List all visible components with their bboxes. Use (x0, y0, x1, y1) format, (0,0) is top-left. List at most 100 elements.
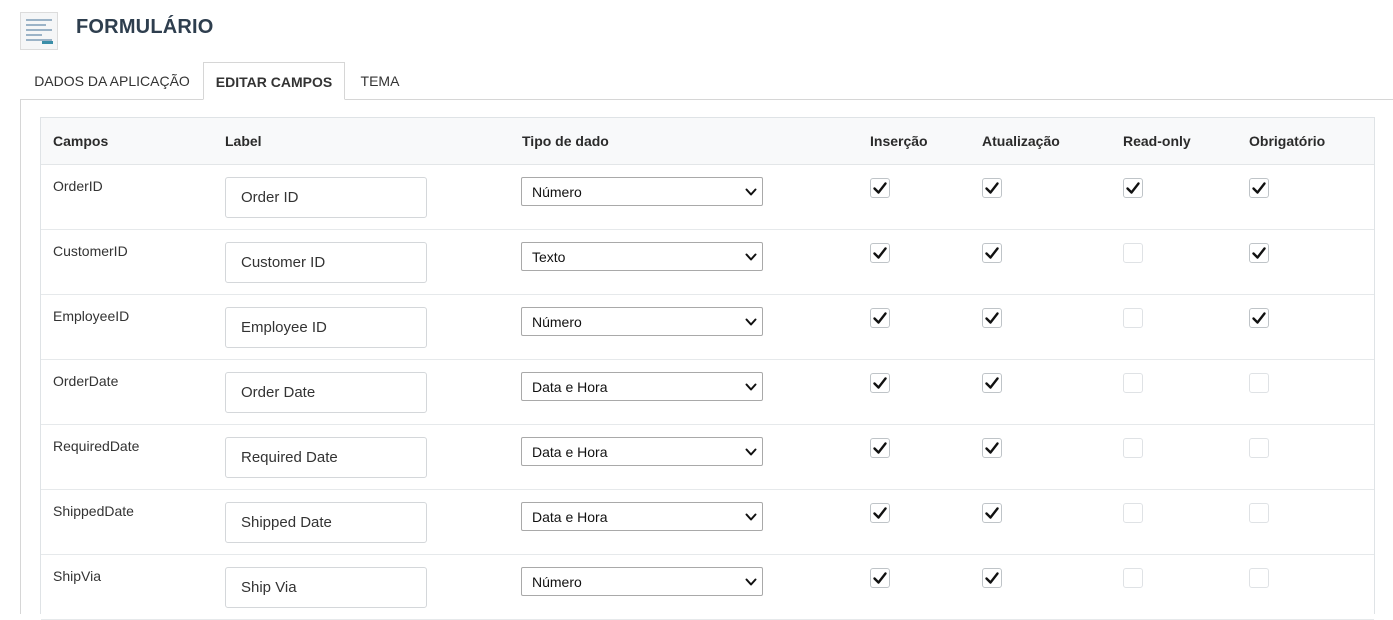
obrigatorio-checkbox[interactable] (1249, 503, 1269, 523)
readonly-checkbox[interactable] (1123, 568, 1143, 588)
checkmark-icon (1252, 182, 1266, 194)
tab-tema[interactable]: TEMA (345, 62, 415, 100)
tab-dados-da-aplicacao[interactable]: DADOS DA APLICAÇÃO (20, 62, 204, 100)
atualizacao-checkbox[interactable] (982, 373, 1002, 393)
checkmark-icon (873, 507, 887, 519)
table-header: Campos Label Tipo de dado Inserção Atual… (41, 118, 1374, 165)
obrigatorio-checkbox[interactable] (1249, 568, 1269, 588)
insercao-checkbox[interactable] (870, 243, 890, 263)
field-name: OrderDate (53, 373, 119, 389)
checkmark-icon (873, 377, 887, 389)
obrigatorio-checkbox[interactable] (1249, 438, 1269, 458)
data-type-value: Data e Hora (532, 379, 608, 395)
checkmark-icon (985, 572, 999, 584)
checkmark-icon (985, 312, 999, 324)
checkmark-icon (985, 507, 999, 519)
checkmark-icon (985, 377, 999, 389)
fields-table: Campos Label Tipo de dado Inserção Atual… (40, 117, 1375, 620)
data-type-value: Data e Hora (532, 444, 608, 460)
label-input[interactable] (225, 567, 427, 608)
table-row: ShipVia Número (41, 555, 1374, 620)
tab-editar-campos[interactable]: EDITAR CAMPOS (203, 62, 345, 100)
label-input[interactable] (225, 177, 427, 218)
obrigatorio-checkbox[interactable] (1249, 373, 1269, 393)
app-header: FORMULÁRIO (0, 0, 1393, 62)
chevron-down-icon (745, 188, 757, 196)
field-name: EmployeeID (53, 308, 130, 324)
insercao-checkbox[interactable] (870, 373, 890, 393)
table-row: OrderDate Data e Hora (41, 360, 1374, 425)
atualizacao-checkbox[interactable] (982, 308, 1002, 328)
atualizacao-checkbox[interactable] (982, 568, 1002, 588)
label-input[interactable] (225, 242, 427, 283)
tab-panel: Campos Label Tipo de dado Inserção Atual… (20, 99, 1393, 620)
checkmark-icon (873, 182, 887, 194)
data-type-value: Texto (532, 249, 566, 265)
chevron-down-icon (745, 448, 757, 456)
tab-bar: DADOS DA APLICAÇÃO EDITAR CAMPOS TEMA (20, 62, 1393, 100)
label-input[interactable] (225, 502, 427, 543)
data-type-value: Número (532, 184, 582, 200)
insercao-checkbox[interactable] (870, 568, 890, 588)
readonly-checkbox[interactable] (1123, 503, 1143, 523)
readonly-checkbox[interactable] (1123, 178, 1143, 198)
header-label: Label (225, 133, 262, 149)
label-input[interactable] (225, 307, 427, 348)
data-type-select[interactable]: Número (521, 177, 763, 206)
atualizacao-checkbox[interactable] (982, 503, 1002, 523)
table-row: ShippedDate Data e Hora (41, 490, 1374, 555)
chevron-down-icon (745, 383, 757, 391)
data-type-select[interactable]: Texto (521, 242, 763, 271)
readonly-checkbox[interactable] (1123, 438, 1143, 458)
readonly-checkbox[interactable] (1123, 243, 1143, 263)
readonly-checkbox[interactable] (1123, 308, 1143, 328)
data-type-value: Data e Hora (532, 509, 608, 525)
checkmark-icon (873, 442, 887, 454)
data-type-select[interactable]: Data e Hora (521, 502, 763, 531)
obrigatorio-checkbox[interactable] (1249, 243, 1269, 263)
atualizacao-checkbox[interactable] (982, 438, 1002, 458)
table-row: EmployeeID Número (41, 295, 1374, 360)
form-icon (20, 12, 58, 50)
checkmark-icon (1252, 312, 1266, 324)
header-obrigatorio: Obrigatório (1249, 133, 1326, 149)
chevron-down-icon (745, 318, 757, 326)
data-type-value: Número (532, 574, 582, 590)
label-input[interactable] (225, 437, 427, 478)
header-tipo-de-dado: Tipo de dado (522, 133, 609, 149)
table-row: CustomerID Texto (41, 230, 1374, 295)
chevron-down-icon (745, 253, 757, 261)
data-type-select[interactable]: Número (521, 567, 763, 596)
header-insercao: Inserção (870, 133, 928, 149)
chevron-down-icon (745, 513, 757, 521)
header-atualizacao: Atualização (982, 133, 1060, 149)
insercao-checkbox[interactable] (870, 503, 890, 523)
atualizacao-checkbox[interactable] (982, 178, 1002, 198)
insercao-checkbox[interactable] (870, 178, 890, 198)
data-type-value: Número (532, 314, 582, 330)
readonly-checkbox[interactable] (1123, 373, 1143, 393)
checkmark-icon (873, 312, 887, 324)
data-type-select[interactable]: Data e Hora (521, 372, 763, 401)
obrigatorio-checkbox[interactable] (1249, 178, 1269, 198)
label-input[interactable] (225, 372, 427, 413)
data-type-select[interactable]: Número (521, 307, 763, 336)
field-name: CustomerID (53, 243, 128, 259)
checkmark-icon (1126, 182, 1140, 194)
insercao-checkbox[interactable] (870, 308, 890, 328)
atualizacao-checkbox[interactable] (982, 243, 1002, 263)
table-row: OrderID Número (41, 165, 1374, 230)
checkmark-icon (873, 572, 887, 584)
checkmark-icon (985, 182, 999, 194)
field-name: RequiredDate (53, 438, 140, 454)
checkmark-icon (985, 247, 999, 259)
insercao-checkbox[interactable] (870, 438, 890, 458)
data-type-select[interactable]: Data e Hora (521, 437, 763, 466)
field-name: ShipVia (53, 568, 102, 584)
page-title: FORMULÁRIO (76, 16, 214, 38)
obrigatorio-checkbox[interactable] (1249, 308, 1269, 328)
chevron-down-icon (745, 578, 757, 586)
checkmark-icon (873, 247, 887, 259)
header-read-only: Read-only (1123, 133, 1191, 149)
checkmark-icon (985, 442, 999, 454)
